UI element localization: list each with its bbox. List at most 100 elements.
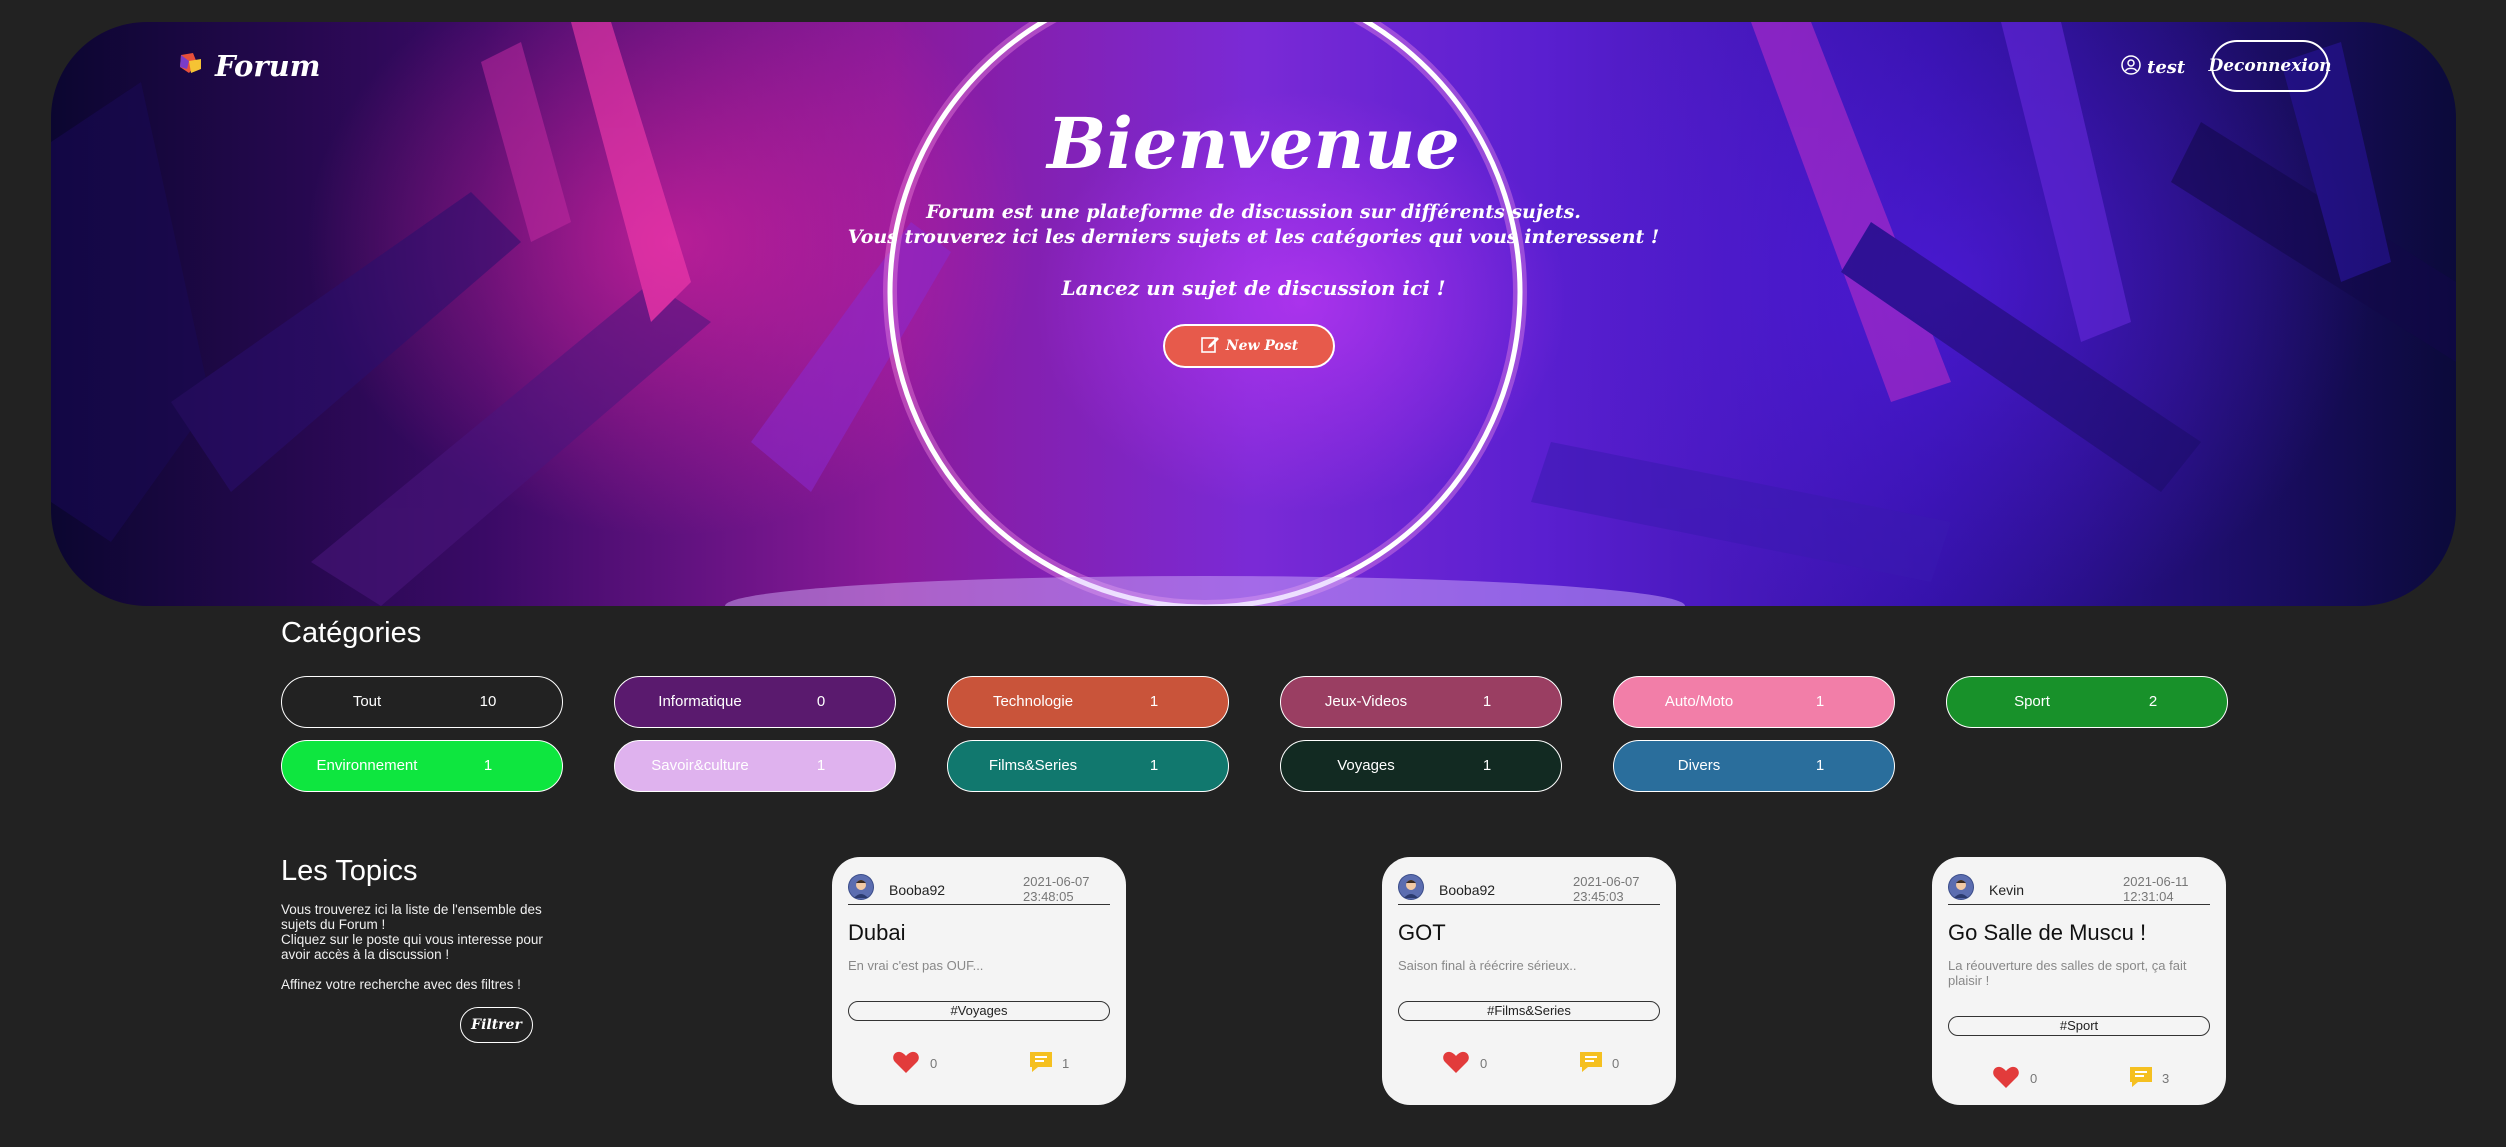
- category-count: 1: [483, 757, 493, 774]
- category-name: Savoir&culture: [651, 757, 749, 774]
- category-pill-tout[interactable]: Tout 10: [281, 676, 563, 728]
- category-name: Technologie: [992, 693, 1074, 710]
- category-count: 1: [816, 757, 826, 774]
- topics-desc-line-2: Cliquez sur le poste qui vous interesse …: [281, 932, 543, 962]
- topic-title: Dubai: [848, 920, 906, 945]
- topic-date: 2021-06-07 23:45:03: [1573, 874, 1640, 904]
- category-pill-technologie[interactable]: Technologie 1: [947, 676, 1229, 728]
- topic-date-time: 12:31:04: [2123, 889, 2174, 904]
- category-count: 1: [1482, 757, 1492, 774]
- category-count: 1: [1482, 693, 1492, 710]
- like-count: 0: [930, 1056, 938, 1071]
- topic-date-day: 2021-06-07: [1573, 874, 1640, 889]
- topics-desc-line-3: Affinez votre recherche avec des filtres…: [281, 977, 521, 992]
- divider: [1398, 904, 1660, 905]
- topic-tag[interactable]: #Sport: [1948, 1016, 2210, 1036]
- comment-button[interactable]: 3: [2128, 1065, 2169, 1092]
- topic-date-day: 2021-06-11: [2123, 874, 2189, 889]
- topic-tag[interactable]: #Voyages: [848, 1001, 1110, 1021]
- like-button[interactable]: 0: [1442, 1050, 1487, 1077]
- avatar-icon: [1398, 874, 1424, 900]
- topic-author: Kevin: [1989, 882, 2025, 898]
- like-count: 0: [1480, 1056, 1488, 1071]
- logout-button[interactable]: Deconnexion: [2208, 40, 2332, 92]
- category-name: Tout: [352, 693, 382, 710]
- category-name: Informatique: [658, 693, 742, 710]
- comment-count: 3: [2162, 1071, 2170, 1086]
- topic-author: Booba92: [1439, 882, 1496, 898]
- category-count: 10: [479, 693, 497, 710]
- topics-title: Les Topics: [281, 855, 418, 887]
- category-count: 2: [2148, 693, 2158, 710]
- comment-count: 0: [1612, 1056, 1620, 1071]
- hero-cta: Lancez un sujet de discussion ici !: [1061, 276, 1446, 300]
- topic-card[interactable]: Booba92 2021-06-07 23:45:03 GOT Saison f…: [1382, 857, 1676, 1105]
- avatar-icon: [1948, 874, 1974, 900]
- category-pill-voyages[interactable]: Voyages 1: [1280, 740, 1562, 792]
- comment-icon: [2128, 1065, 2154, 1092]
- category-pill-environnement[interactable]: Environnement 1: [281, 740, 563, 792]
- new-post-label: New Post: [1225, 338, 1299, 354]
- comment-count: 1: [1062, 1056, 1070, 1071]
- topics-description: Vous trouverez ici la liste de l'ensembl…: [281, 902, 571, 992]
- like-count: 0: [2030, 1071, 2038, 1086]
- hero-banner: Forum test Deconnexion Bienvenue Forum e…: [51, 22, 2456, 606]
- category-pill-auto-moto[interactable]: Auto/Moto 1: [1613, 676, 1895, 728]
- comment-button[interactable]: 0: [1578, 1050, 1619, 1077]
- hero-intro-line-1: Forum est une plateforme de discussion s…: [926, 201, 1581, 223]
- topic-excerpt: En vrai c'est pas OUF...: [848, 958, 984, 973]
- category-count: 1: [1815, 693, 1825, 710]
- topic-date-time: 23:48:05: [1023, 889, 1074, 904]
- topic-author: Booba92: [889, 882, 946, 898]
- topic-date-day: 2021-06-07: [1023, 874, 1090, 889]
- category-pill-films-series[interactable]: Films&Series 1: [947, 740, 1229, 792]
- like-button[interactable]: 0: [1992, 1065, 2037, 1092]
- category-name: Jeux-Videos: [1324, 693, 1408, 710]
- comment-icon: [1028, 1050, 1054, 1077]
- divider: [848, 904, 1110, 905]
- category-name: Sport: [2014, 693, 2050, 710]
- category-count: 0: [816, 693, 826, 710]
- topic-title: GOT: [1398, 920, 1446, 945]
- topic-title: Go Salle de Muscu !: [1948, 920, 2147, 945]
- topic-excerpt: Saison final à réécrire sérieux..: [1398, 958, 1577, 973]
- hero-intro-line-2: Vous trouverez ici les derniers sujets e…: [847, 226, 1660, 248]
- avatar-icon: [848, 874, 874, 900]
- topics-desc-line-1: Vous trouverez ici la liste de l'ensembl…: [281, 902, 542, 932]
- category-count: 1: [1815, 757, 1825, 774]
- hero-intro: Forum est une plateforme de discussion s…: [51, 200, 2456, 250]
- category-count: 1: [1149, 757, 1159, 774]
- heart-icon: [892, 1050, 920, 1077]
- category-name: Films&Series: [988, 757, 1078, 774]
- category-name: Divers: [1677, 757, 1721, 774]
- topic-card[interactable]: Booba92 2021-06-07 23:48:05 Dubai En vra…: [832, 857, 1126, 1105]
- topic-date: 2021-06-11 12:31:04: [2123, 874, 2189, 904]
- new-post-button[interactable]: New Post: [1163, 324, 1335, 368]
- filter-button[interactable]: Filtrer: [460, 1007, 533, 1043]
- category-count: 1: [1149, 693, 1159, 710]
- user-icon: [2121, 55, 2141, 80]
- category-pill-divers[interactable]: Divers 1: [1613, 740, 1895, 792]
- category-name: Voyages: [1337, 757, 1395, 774]
- topic-tag[interactable]: #Films&Series: [1398, 1001, 1660, 1021]
- forum-logo-icon: [177, 51, 203, 82]
- app-title: Forum: [215, 49, 321, 83]
- category-name: Auto/Moto: [1664, 693, 1734, 710]
- category-pill-jeux-videos[interactable]: Jeux-Videos 1: [1280, 676, 1562, 728]
- topic-card[interactable]: Kevin 2021-06-11 12:31:04 Go Salle de Mu…: [1932, 857, 2226, 1105]
- comment-button[interactable]: 1: [1028, 1050, 1069, 1077]
- category-pill-sport[interactable]: Sport 2: [1946, 676, 2228, 728]
- topic-date: 2021-06-07 23:48:05: [1023, 874, 1090, 904]
- comment-icon: [1578, 1050, 1604, 1077]
- divider: [1948, 904, 2210, 905]
- category-pill-informatique[interactable]: Informatique 0: [614, 676, 896, 728]
- user-profile-link[interactable]: test: [2121, 55, 2185, 80]
- app-logo[interactable]: Forum: [177, 49, 320, 83]
- category-pill-savoir-culture[interactable]: Savoir&culture 1: [614, 740, 896, 792]
- like-button[interactable]: 0: [892, 1050, 937, 1077]
- category-name: Environnement: [316, 757, 418, 774]
- heart-icon: [1442, 1050, 1470, 1077]
- categories-title: Catégories: [281, 617, 422, 649]
- edit-icon: [1200, 334, 1220, 358]
- heart-icon: [1992, 1065, 2020, 1092]
